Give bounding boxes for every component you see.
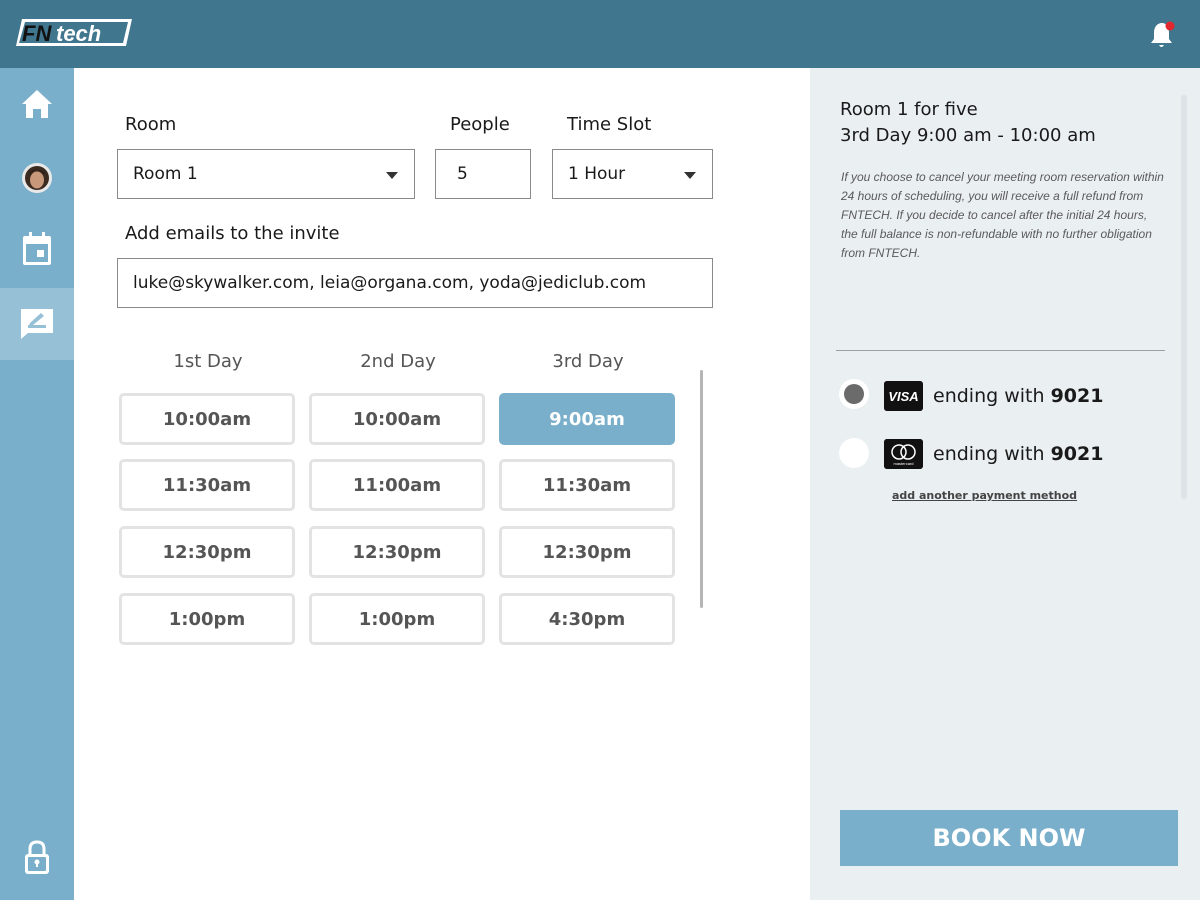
time-slot-button[interactable]: 11:00am — [309, 459, 485, 511]
svg-text:mastercard: mastercard — [893, 461, 913, 466]
cancellation-policy: If you choose to cancel your meeting roo… — [841, 170, 1164, 260]
time-slots-scrollbar[interactable] — [700, 370, 703, 608]
avatar — [22, 163, 52, 193]
sidebar-item-lock[interactable] — [0, 822, 74, 894]
time-slot-button[interactable]: 10:00am — [309, 393, 485, 445]
emails-input[interactable]: luke@skywalker.com, leia@organa.com, yod… — [117, 258, 713, 308]
summary-panel: Room 1 for five 3rd Day 9:00 am - 10:00 … — [810, 68, 1200, 900]
sidebar — [0, 68, 74, 900]
timeslot-label: Time Slot — [567, 114, 652, 135]
card-last4: 9021 — [1050, 385, 1104, 407]
room-label: Room — [125, 114, 177, 135]
day-header: 3rd Day — [552, 351, 624, 372]
chevron-down-icon — [684, 172, 696, 179]
payment-method-visa: ending with 9021 — [933, 385, 1104, 407]
summary-panel-scrollbar[interactable] — [1181, 95, 1187, 499]
card-last4: 9021 — [1050, 443, 1104, 465]
emails-label: Add emails to the invite — [125, 223, 340, 244]
sidebar-item-calendar[interactable] — [0, 213, 74, 285]
sidebar-item-profile[interactable] — [0, 142, 74, 214]
visa-card-icon: VISA — [884, 381, 923, 411]
timeslot-select-value: 1 Hour — [568, 164, 626, 184]
fntech-logo[interactable]: FN tech — [16, 19, 132, 46]
home-icon — [22, 90, 52, 118]
svg-text:tech: tech — [56, 21, 101, 46]
summary-time: 3rd Day 9:00 am - 10:00 am — [840, 125, 1096, 146]
time-slot-button[interactable]: 1:00pm — [309, 593, 485, 645]
time-slot-button[interactable]: 11:30am — [119, 459, 295, 511]
top-bar: FN tech — [0, 0, 1200, 68]
calendar-icon — [23, 232, 51, 265]
time-slot-button[interactable]: 4:30pm — [499, 593, 675, 645]
timeslot-select[interactable]: 1 Hour — [552, 149, 713, 199]
radio-selected-dot — [844, 384, 864, 404]
book-now-button[interactable]: BOOK NOW — [840, 810, 1178, 866]
payment-radio-mastercard[interactable] — [839, 438, 869, 468]
room-select[interactable]: Room 1 — [117, 149, 415, 199]
time-slot-button-selected[interactable]: 9:00am — [499, 393, 675, 445]
divider — [836, 350, 1165, 351]
time-slot-button[interactable]: 12:30pm — [309, 526, 485, 578]
time-slot-button[interactable]: 11:30am — [499, 459, 675, 511]
emails-input-value: luke@skywalker.com, leia@organa.com, yod… — [133, 273, 647, 293]
sign-icon — [21, 309, 53, 339]
time-slot-button[interactable]: 1:00pm — [119, 593, 295, 645]
mastercard-icon: mastercard — [884, 439, 923, 469]
svg-text:FN: FN — [22, 21, 52, 46]
payment-method-mastercard: ending with 9021 — [933, 443, 1104, 465]
summary-room: Room 1 for five — [840, 99, 978, 120]
booking-form: Room Room 1 People 5 Time Slot 1 Hour Ad… — [74, 68, 810, 900]
sidebar-item-home[interactable] — [0, 68, 74, 140]
people-label: People — [450, 114, 510, 135]
payment-radio-visa[interactable] — [839, 379, 869, 409]
people-input[interactable]: 5 — [435, 149, 531, 199]
room-select-value: Room 1 — [133, 164, 198, 184]
svg-text:VISA: VISA — [888, 389, 918, 404]
people-input-value: 5 — [457, 164, 468, 184]
notification-bell-icon[interactable] — [1150, 20, 1176, 50]
chevron-down-icon — [386, 172, 398, 179]
sidebar-item-sign[interactable] — [0, 288, 74, 360]
time-slot-button[interactable]: 10:00am — [119, 393, 295, 445]
time-slot-button[interactable]: 12:30pm — [119, 526, 295, 578]
time-slot-button[interactable]: 12:30pm — [499, 526, 675, 578]
day-header: 2nd Day — [360, 351, 436, 372]
lock-icon — [25, 840, 49, 874]
day-header: 1st Day — [173, 351, 243, 372]
add-payment-method-link[interactable]: add another payment method — [892, 489, 1077, 502]
